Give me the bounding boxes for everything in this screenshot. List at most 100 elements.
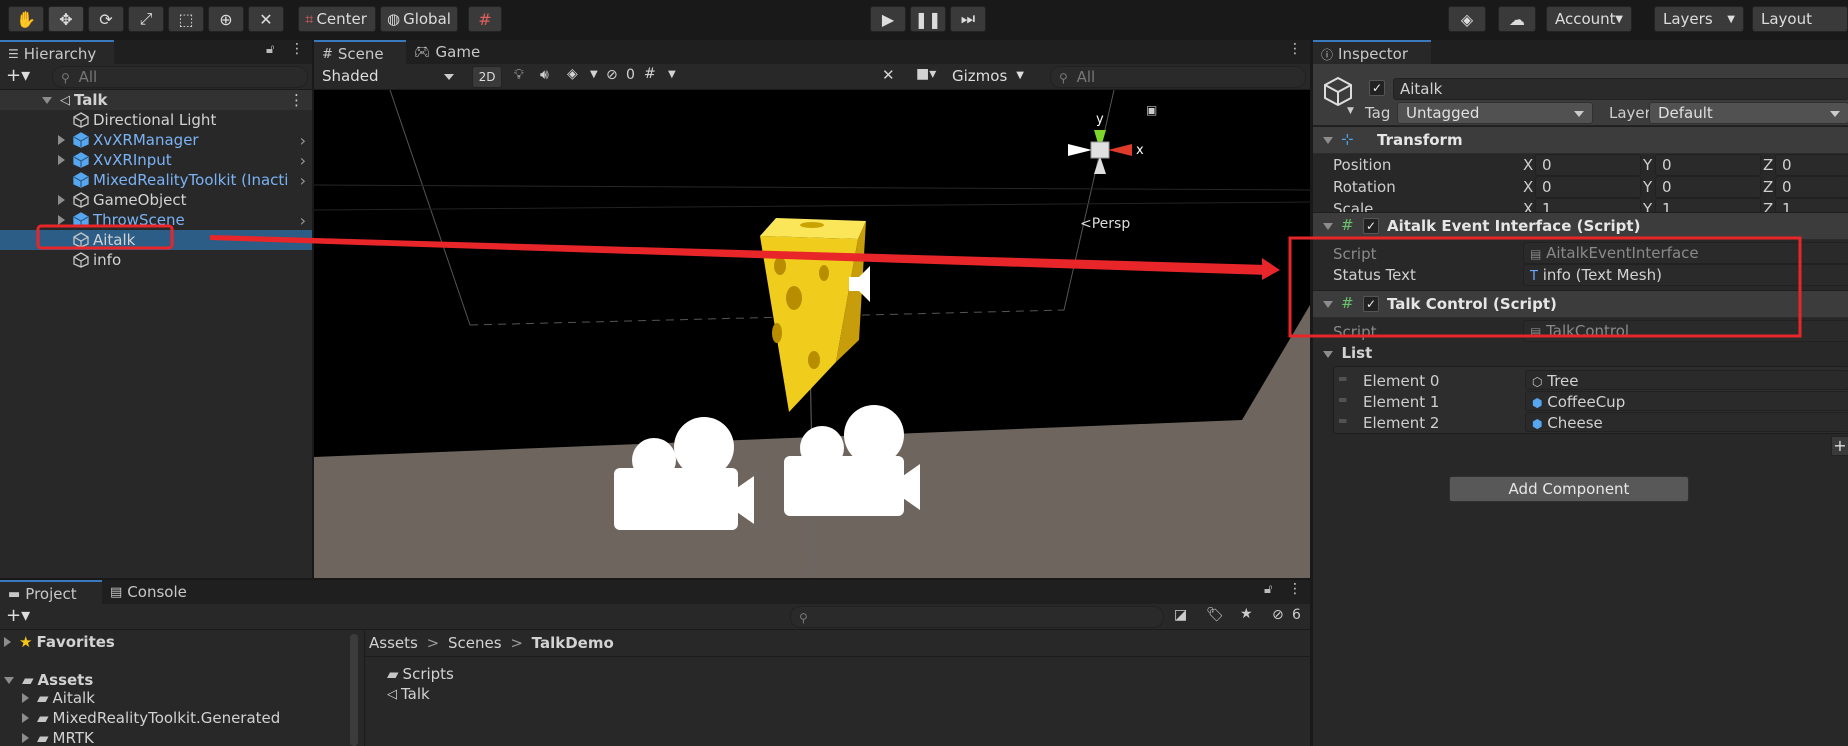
chevron-right-icon[interactable]: ›	[300, 211, 306, 230]
add-icon[interactable]: +▾	[6, 65, 30, 86]
drag-handle-icon[interactable]: ═	[1339, 414, 1346, 428]
drag-handle-icon[interactable]: ═	[1339, 372, 1346, 386]
asset-folder-aitalk[interactable]: ▰ Aitalk	[0, 688, 350, 708]
hierarchy-item-directional-light[interactable]: Directional Light	[0, 110, 312, 130]
asset-folder-mrtk[interactable]: ▰ MRTK	[0, 728, 350, 746]
layers-dropdown[interactable]: Layers ▼	[1654, 6, 1744, 32]
expand-down-icon[interactable]	[1323, 223, 1333, 230]
axis-y-label[interactable]: Y	[1643, 178, 1652, 196]
drag-handle-icon[interactable]: ═	[1339, 393, 1346, 407]
axis-z-label[interactable]: Z	[1763, 178, 1773, 196]
lock-icon[interactable]: 🔓︎	[266, 42, 274, 57]
account-dropdown[interactable]: Account ▼	[1546, 6, 1632, 32]
rotation-y-input[interactable]: 0	[1655, 176, 1761, 198]
lighting-toggle-icon[interactable]: 💡︎	[514, 67, 524, 83]
tree-scrollbar[interactable]	[350, 634, 358, 746]
expand-icon[interactable]	[22, 713, 29, 723]
asset-item-scripts[interactable]: ▰ Scripts	[387, 664, 699, 684]
list-foldout[interactable]: List	[1323, 344, 1523, 364]
chevron-right-icon[interactable]: ›	[300, 171, 306, 190]
rect-tool-button[interactable]: ⬚	[168, 6, 204, 32]
hierarchy-item-xvxrmanager[interactable]: XvXRManager ›	[0, 130, 312, 150]
hidden-packages-icon[interactable]: ⊘	[1272, 607, 1284, 623]
layout-dropdown[interactable]: Layout	[1752, 6, 1848, 32]
add-icon[interactable]: +▾	[6, 605, 30, 626]
hand-tool-button[interactable]: ✋	[8, 6, 44, 32]
expand-down-icon[interactable]	[1323, 351, 1333, 358]
position-z-input[interactable]: 0	[1775, 154, 1848, 176]
axis-x-label[interactable]: X	[1523, 178, 1533, 196]
talk-control-enabled-checkbox[interactable]: ✓	[1363, 296, 1379, 312]
filter-type-icon[interactable]: ◪	[1174, 607, 1187, 623]
effects-toggle-icon[interactable]: ◈	[567, 66, 578, 82]
list-element-object-field[interactable]: ⬢ CoffeeCup	[1525, 391, 1848, 411]
expand-down-icon[interactable]	[4, 676, 14, 684]
axis-y-label[interactable]: Y	[1643, 156, 1652, 174]
audio-toggle-icon[interactable]: 🔊︎	[540, 67, 549, 83]
rotation-x-input[interactable]: 0	[1535, 176, 1641, 198]
tag-dropdown[interactable]: Untagged	[1397, 102, 1593, 124]
chevron-right-icon[interactable]: ›	[300, 151, 306, 170]
grid-toggle-icon[interactable]: #	[644, 66, 656, 82]
custom-tool-button[interactable]: ✕	[248, 6, 284, 32]
position-y-input[interactable]: 0	[1655, 154, 1761, 176]
camera-icon[interactable]: ■▾	[916, 66, 936, 82]
chevron-down-icon[interactable]: ▼	[590, 69, 598, 80]
2d-toggle-button[interactable]: 2D	[472, 66, 502, 88]
scene-search-input[interactable]: ⚲ All	[1050, 66, 1306, 88]
project-search-input[interactable]: ⚲	[790, 606, 1164, 628]
chevron-down-icon[interactable]: ▼	[1347, 106, 1354, 116]
assets-row[interactable]: ▰ Assets	[0, 670, 350, 690]
favorite-star-icon[interactable]: ★	[1240, 606, 1253, 622]
event-interface-enabled-checkbox[interactable]: ✓	[1363, 218, 1379, 234]
layer-dropdown[interactable]: Default	[1649, 102, 1848, 124]
transform-tool-button[interactable]: ⊕	[208, 6, 244, 32]
lock-icon[interactable]: 🔓︎	[1264, 582, 1272, 597]
kebab-menu-icon[interactable]: ⋮	[290, 41, 304, 57]
kebab-menu-icon[interactable]: ⋮	[289, 91, 304, 109]
breadcrumb-assets[interactable]: Assets	[369, 634, 418, 652]
expand-down-icon[interactable]	[1323, 301, 1333, 308]
space-global-button[interactable]: ◍ Global	[380, 6, 458, 32]
scene-viewport[interactable]: y x ▣ <Persp	[314, 90, 1310, 578]
position-x-input[interactable]: 0	[1535, 154, 1641, 176]
expand-icon[interactable]	[22, 693, 29, 703]
hierarchy-item-gameobject[interactable]: GameObject	[0, 190, 312, 210]
play-button[interactable]: ▶	[870, 6, 906, 32]
breadcrumb-talkdemo[interactable]: TalkDemo	[532, 634, 614, 652]
expand-icon[interactable]	[22, 733, 29, 743]
filter-label-icon[interactable]: 🏷︎	[1206, 607, 1224, 623]
expand-down-icon[interactable]	[1323, 137, 1333, 144]
snap-grid-button[interactable]: #	[468, 6, 502, 32]
list-element-object-field[interactable]: ⬢ Cheese	[1525, 412, 1848, 432]
asset-item-talk[interactable]: ◁ Talk	[387, 684, 699, 704]
hierarchy-item-xvxrinput[interactable]: XvXRInput ›	[0, 150, 312, 170]
rotate-tool-button[interactable]: ⟳	[88, 6, 124, 32]
lock-icon[interactable]: ▣	[1146, 103, 1157, 117]
hierarchy-item-aitalk[interactable]: Aitalk	[0, 230, 312, 250]
expand-icon[interactable]	[58, 195, 65, 205]
chevron-right-icon[interactable]: ›	[300, 131, 306, 150]
shading-mode-dropdown[interactable]: Shaded	[314, 66, 462, 88]
axis-z-label[interactable]: Z	[1763, 156, 1773, 174]
expand-icon[interactable]	[4, 637, 11, 647]
talk-control-header[interactable]: # ✓ Talk Control (Script)	[1313, 290, 1848, 318]
scale-tool-button[interactable]: ⤢	[128, 6, 164, 32]
tab-hierarchy[interactable]: ☰ Hierarchy	[0, 40, 114, 66]
rotation-z-input[interactable]: 0	[1775, 176, 1848, 198]
cloud-button[interactable]: ☁	[1498, 6, 1536, 32]
expand-icon[interactable]	[58, 215, 65, 225]
step-button[interactable]: ⏭	[950, 6, 986, 32]
hidden-objects-icon[interactable]: ⊘	[606, 67, 618, 83]
tab-scene[interactable]: # Scene	[314, 40, 406, 66]
hierarchy-search-input[interactable]: ⚲ All	[52, 66, 308, 88]
collab-button[interactable]: ◈	[1448, 6, 1486, 32]
add-component-button[interactable]: Add Component	[1449, 476, 1689, 502]
scene-row[interactable]: ◁ Talk ⋮	[0, 90, 312, 110]
hierarchy-item-mixedrealitytoolkit-inacti[interactable]: MixedRealityToolkit (Inacti ›	[0, 170, 312, 190]
axis-x-label[interactable]: X	[1523, 156, 1533, 174]
tools-icon[interactable]: ✕	[882, 66, 895, 84]
hierarchy-item-info[interactable]: info	[0, 250, 312, 270]
tab-inspector[interactable]: ⓘ Inspector	[1313, 40, 1431, 66]
expand-icon[interactable]	[58, 155, 65, 165]
